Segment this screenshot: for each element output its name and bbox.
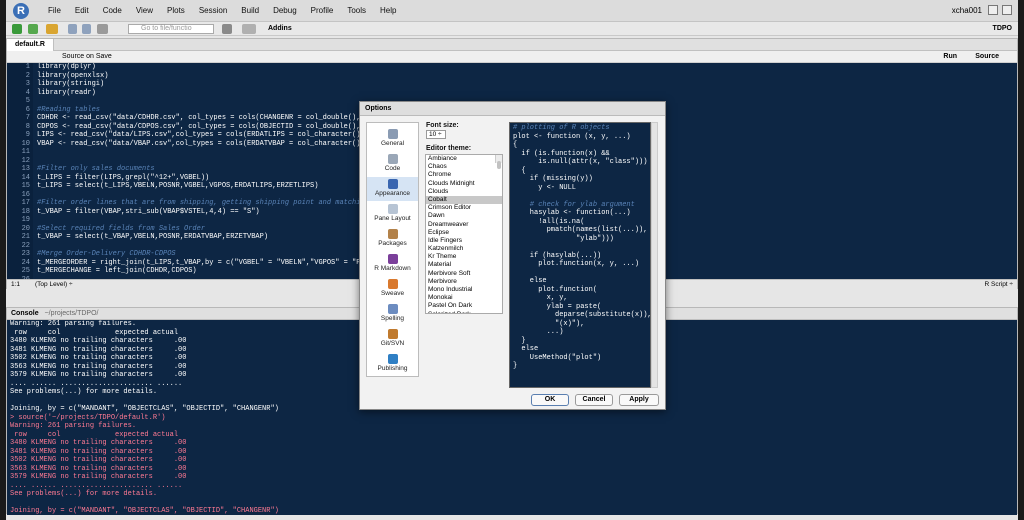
nav-appearance[interactable]: Appearance: [367, 177, 418, 201]
theme-item[interactable]: Ambiance: [426, 155, 502, 163]
theme-item[interactable]: Dawn: [426, 212, 502, 220]
theme-preview: # plotting of R objects plot <- function …: [509, 122, 651, 388]
nav-code[interactable]: Code: [367, 152, 418, 176]
nav-publishing-icon: [387, 354, 398, 364]
nav-r-markdown-icon: [387, 254, 398, 264]
preview-line: UseMethod("plot"): [513, 353, 602, 362]
preview-line: hasylab <- function(...): [513, 209, 631, 217]
nav-label: Appearance: [374, 190, 411, 197]
dialog-title: Options: [360, 102, 665, 116]
preview-line: ...): [513, 328, 564, 336]
nav-label: Pane Layout: [374, 215, 411, 222]
ok-button[interactable]: OK: [531, 394, 569, 406]
preview-line: }: [513, 336, 526, 345]
nav-label: R Markdown: [374, 265, 411, 272]
editor-theme-label: Editor theme:: [426, 145, 472, 152]
theme-item[interactable]: Crimson Editor: [426, 204, 502, 212]
theme-item[interactable]: Clouds Midnight: [426, 180, 502, 188]
preview-line: pmatch(names(list(...)),: [513, 226, 648, 234]
font-size-label: Font size:: [426, 122, 459, 129]
nav-label: Spelling: [380, 315, 405, 322]
nav-general-icon: [387, 129, 398, 139]
font-size-select[interactable]: 10 ÷: [426, 130, 446, 139]
preview-line: plot <- function (x, y, ...): [513, 132, 631, 141]
preview-line: else: [513, 277, 547, 285]
nav-appearance-icon: [387, 179, 398, 189]
nav-spelling-icon: [387, 304, 398, 314]
theme-item[interactable]: Merbivore: [426, 278, 502, 286]
options-nav: General Code Appearance Pane Layout Packages…: [366, 122, 419, 377]
preview-line: ylab = paste(: [513, 302, 602, 311]
preview-line: y <- NULL: [513, 183, 577, 192]
preview-line: if (hasylab(...)): [513, 251, 602, 260]
modal-overlay: Options General Code Appearance Pane Layout…: [0, 0, 1024, 520]
preview-line: is.null(attr(x, "class"))): [513, 158, 648, 166]
nav-packages-icon: [387, 229, 398, 239]
theme-item[interactable]: Solarized Dark: [426, 311, 502, 313]
theme-item[interactable]: Pastel On Dark: [426, 302, 502, 310]
theme-list[interactable]: Ambiance Chaos Chrome Clouds Midnight Clouds…: [425, 154, 503, 314]
nav-git-svn-icon: [387, 329, 398, 339]
nav-label: Publishing: [377, 365, 408, 372]
nav-label: Sweave: [380, 290, 405, 297]
options-dialog: Options General Code Appearance Pane Layout…: [359, 101, 666, 410]
preview-line: if (is.function(x) &&: [513, 149, 610, 158]
preview-line: # check for ylab argument: [513, 200, 635, 209]
preview-line: {: [513, 141, 518, 149]
preview-line: deparse(substitute(x)),: [513, 311, 651, 319]
preview-line: plot.function(x, y, ...): [513, 260, 640, 268]
nav-spelling[interactable]: Spelling: [367, 302, 418, 326]
nav-label: Code: [384, 165, 401, 172]
preview-line: !all(is.na(: [513, 217, 585, 226]
cancel-button[interactable]: Cancel: [575, 394, 613, 406]
nav-publishing[interactable]: Publishing: [367, 352, 418, 376]
preview-line: else: [513, 345, 539, 353]
theme-items: Ambiance Chaos Chrome Clouds Midnight Clouds…: [426, 155, 502, 313]
nav-label: Packages: [378, 240, 407, 247]
theme-item[interactable]: Merbivore Soft: [426, 270, 502, 278]
nav-sweave-icon: [387, 279, 398, 289]
theme-item[interactable]: Kr Theme: [426, 253, 502, 261]
theme-item[interactable]: Chaos: [426, 163, 502, 171]
theme-item[interactable]: Eclipse: [426, 229, 502, 237]
theme-item[interactable]: Material: [426, 261, 502, 269]
preview-line: }: [513, 362, 518, 370]
nav-packages[interactable]: Packages: [367, 227, 418, 251]
apply-button[interactable]: Apply: [619, 394, 659, 406]
nav-code-icon: [387, 154, 398, 164]
preview-line: [513, 243, 647, 252]
nav-git-svn[interactable]: Git/SVN: [367, 327, 418, 351]
preview-line: x, y,: [513, 294, 568, 302]
theme-item[interactable]: Chrome: [426, 171, 502, 179]
theme-item[interactable]: Monokai: [426, 294, 502, 302]
nav-r-markdown[interactable]: R Markdown: [367, 252, 418, 276]
nav-pane-layout-icon: [387, 204, 398, 214]
preview-line: {: [513, 166, 526, 175]
theme-list-scrollbar[interactable]: [495, 155, 502, 170]
preview-line: plot.function(: [513, 285, 598, 294]
preview-line: # plotting of R objects: [513, 124, 610, 132]
nav-label: General: [380, 140, 405, 147]
theme-item[interactable]: Cobalt: [426, 195, 502, 205]
preview-line: "(x)"),: [513, 319, 585, 328]
theme-item[interactable]: Katzenmilch: [426, 245, 502, 253]
nav-general[interactable]: General: [367, 127, 418, 151]
preview-line: "ylab"))): [513, 234, 614, 243]
theme-item[interactable]: Dreamweaver: [426, 221, 502, 229]
preview-line: [513, 269, 647, 278]
theme-item[interactable]: Idle Fingers: [426, 237, 502, 245]
theme-scroll-thumb[interactable]: [497, 161, 501, 170]
preview-scrollbar[interactable]: [651, 122, 658, 388]
nav-pane-layout[interactable]: Pane Layout: [367, 202, 418, 226]
nav-sweave[interactable]: Sweave: [367, 277, 418, 301]
theme-item[interactable]: Mono Industrial: [426, 286, 502, 294]
nav-label: Git/SVN: [380, 340, 405, 347]
preview-line: if (missing(y)): [513, 175, 593, 183]
preview-line: [513, 192, 647, 201]
theme-item[interactable]: Clouds: [426, 188, 502, 196]
